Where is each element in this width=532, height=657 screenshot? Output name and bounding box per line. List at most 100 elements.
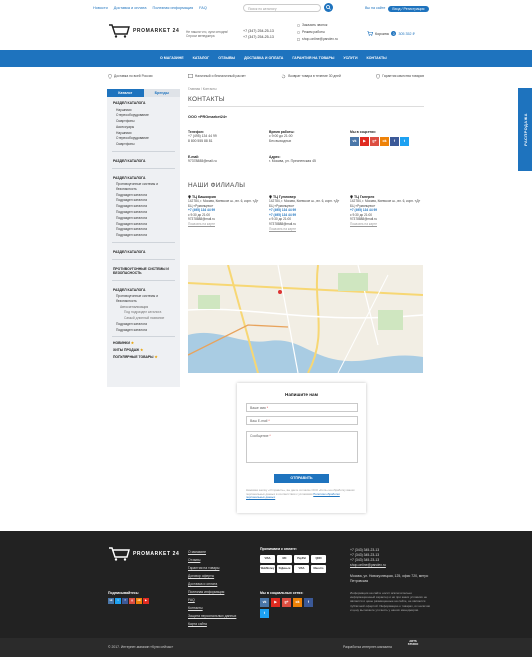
- odnoklassniki-icon[interactable]: ok: [380, 137, 389, 146]
- form-title: Напишите нам: [285, 392, 318, 397]
- footer-link[interactable]: Полезная информация: [188, 588, 236, 596]
- top-link-delivery[interactable]: Доставка и оплата: [114, 6, 147, 10]
- facebook-icon[interactable]: f: [304, 598, 313, 607]
- twitter-icon[interactable]: t: [115, 598, 121, 604]
- map-graphic: [188, 265, 423, 373]
- search-input[interactable]: Поиск по каталогу: [243, 4, 321, 12]
- divider: [112, 150, 175, 152]
- footer-email[interactable]: shop-online@yandex.ru: [350, 563, 386, 568]
- footer-link[interactable]: Договор оферты: [188, 572, 236, 580]
- sidebar-section-title[interactable]: РАЗДЕЛ КАТАЛОГА: [107, 97, 180, 107]
- nav-item-about[interactable]: О МАГАЗИНЕ: [160, 56, 184, 60]
- youtube-icon[interactable]: ▶: [360, 137, 369, 146]
- sidebar-section-title[interactable]: РАЗДЕЛ КАТАЛОГА: [107, 284, 180, 294]
- sidebar-item[interactable]: Смартфоны: [107, 142, 180, 148]
- email-value[interactable]: 97378888@mail.ru: [188, 159, 217, 164]
- footer-disclaimer: Информация на сайте носит исключительно …: [350, 591, 431, 612]
- nav-item-services[interactable]: УСЛУГИ: [343, 56, 357, 60]
- sidebar-popular[interactable]: ПОПУЛЯРНЫЕ ТОВАРЫ ★: [107, 354, 180, 361]
- youtube-icon[interactable]: ▶: [271, 598, 280, 607]
- message-textarea[interactable]: Сообщение *: [246, 431, 358, 463]
- footer-link[interactable]: Отзывы: [188, 556, 236, 564]
- footer-link[interactable]: Защита персональных данных: [188, 612, 236, 620]
- top-links: Новости Доставка и оплата Полезная инфор…: [93, 6, 207, 10]
- hours-link[interactable]: Режим работы: [302, 29, 325, 36]
- branch-card: ТЦ Башкирия 142784, г. Москва, Киевское …: [188, 195, 263, 227]
- header-phone[interactable]: +7 (347) 254-25-13: [243, 34, 274, 40]
- footer-link[interactable]: Доставка и оплата: [188, 580, 236, 588]
- sale-side-tab[interactable]: РАСПРОДАЖА: [518, 88, 532, 171]
- vk-icon[interactable]: vk: [260, 598, 269, 607]
- top-link-info[interactable]: Полезная информация: [152, 6, 193, 10]
- twitter-icon[interactable]: t: [260, 609, 269, 618]
- divider: [112, 279, 175, 281]
- odnoklassniki-icon[interactable]: ok: [293, 598, 302, 607]
- show-on-map-link[interactable]: Показать на карте: [188, 222, 263, 227]
- login-button[interactable]: Вход / Регистрация: [388, 6, 429, 12]
- map[interactable]: [188, 265, 423, 373]
- sidebar-section-title[interactable]: РАЗДЕЛ КАТАЛОГА: [107, 172, 180, 182]
- nav-item-reviews[interactable]: ОТЗЫВЫ: [218, 56, 235, 60]
- submit-button[interactable]: ОТПРАВИТЬ: [274, 474, 329, 483]
- odnoklassniki-icon[interactable]: ok: [136, 598, 142, 604]
- payment-logo: MC: [277, 555, 292, 563]
- contact-form: Напишите нам Ваше имя * Ваш E-mail * Соо…: [237, 383, 366, 513]
- email-input[interactable]: Ваш E-mail *: [246, 416, 358, 425]
- name-input[interactable]: Ваше имя *: [246, 403, 358, 412]
- googleplus-icon[interactable]: g: [129, 598, 135, 604]
- payment-logo: VISA: [294, 565, 309, 573]
- show-on-map-link[interactable]: Показать на карте: [269, 227, 344, 232]
- footer-logo[interactable]: PROMARKET 24: [108, 547, 179, 561]
- vk-icon[interactable]: vk: [108, 598, 114, 604]
- footer-link[interactable]: Гарантия на товары: [188, 564, 236, 572]
- company-name: ООО «PROmarket24»: [188, 115, 228, 119]
- nav-item-delivery[interactable]: ДОСТАВКА И ОПЛАТА: [244, 56, 283, 60]
- facebook-icon[interactable]: f: [390, 137, 399, 146]
- branch-address: 142784, г. Москва, Киевское ш., вл. 6, к…: [350, 199, 421, 208]
- sidebar-new[interactable]: НОВИНКИ ★: [107, 340, 180, 347]
- sidebar-section-title[interactable]: РАЗДЕЛ КАТАЛОГА: [107, 246, 180, 256]
- googleplus-icon[interactable]: g+: [370, 137, 379, 146]
- sidebar-hits[interactable]: ХИТЫ ПРОДАЖ ★: [107, 347, 180, 354]
- sidebar-item[interactable]: Противоугонные системы и безопасность: [107, 182, 180, 193]
- cart-widget[interactable]: Корзина 0 305 352 ₽: [367, 31, 415, 36]
- top-link-faq[interactable]: FAQ: [199, 6, 207, 10]
- tab-brands[interactable]: Бренды: [143, 89, 180, 97]
- developer-logo[interactable]: ARTS STUDIO: [406, 639, 420, 646]
- sidebar-item[interactable]: Противоугонные системы и безопасность: [107, 294, 180, 305]
- logo[interactable]: PROMARKET 24: [108, 24, 179, 38]
- footer-link[interactable]: Карта сайта: [188, 620, 236, 628]
- sidebar-section-title[interactable]: РАЗДЕЛ КАТАЛОГА: [107, 155, 180, 165]
- social-label: Мы в соцсетях:: [350, 130, 377, 134]
- nav-item-warranty[interactable]: ГАРАНТИЯ НА ТОВАРЫ: [292, 56, 334, 60]
- divider: [188, 106, 424, 107]
- twitter-icon[interactable]: t: [400, 137, 409, 146]
- tab-catalog[interactable]: Каталог: [107, 89, 144, 97]
- privacy-note: Нажимая кнопку «Отправить», вы даете сог…: [246, 488, 355, 500]
- page-title: КОНТАКТЫ: [188, 96, 225, 103]
- search-button[interactable]: [324, 3, 333, 12]
- developer-credit[interactable]: Разработка интернет-магазина: [343, 645, 392, 649]
- callback-link[interactable]: Заказать звонок: [302, 22, 327, 29]
- footer-link[interactable]: Контакты: [188, 604, 236, 612]
- top-link-news[interactable]: Новости: [93, 6, 108, 10]
- sidebar-section-title[interactable]: ПРОТИВОУГОННЫЕ СИСТЕМЫ И БЕЗОПАСНОСТЬ: [107, 263, 180, 277]
- sidebar-item[interactable]: Подраздел каталога: [107, 327, 180, 333]
- nav-item-catalog[interactable]: КАТАЛОГ: [193, 56, 210, 60]
- cabinet-link[interactable]: Вы на сайте: [365, 6, 385, 12]
- nav-item-contacts[interactable]: КОНТАКТЫ: [367, 56, 387, 60]
- divider: [112, 258, 175, 260]
- cart-sum: 305 352 ₽: [398, 31, 415, 36]
- footer-link[interactable]: FAQ: [188, 596, 236, 604]
- facebook-icon[interactable]: f: [122, 598, 128, 604]
- sidebar-item[interactable]: Подраздел каталога: [107, 233, 180, 239]
- youtube-icon[interactable]: ▶: [143, 598, 149, 604]
- email-link[interactable]: shop-online@yandex.ru: [302, 36, 338, 43]
- footer-link[interactable]: О магазине: [188, 548, 236, 556]
- breadcrumb[interactable]: Главная / Контакты: [188, 87, 217, 91]
- googleplus-icon[interactable]: g+: [282, 598, 291, 607]
- branch-address: 142784, г. Москва, Киевское ш., вл. 6, к…: [269, 199, 340, 208]
- phone-value[interactable]: 8 800 555 88 81: [188, 139, 217, 144]
- vk-icon[interactable]: vk: [350, 137, 359, 146]
- show-on-map-link[interactable]: Показать на карте: [350, 222, 425, 227]
